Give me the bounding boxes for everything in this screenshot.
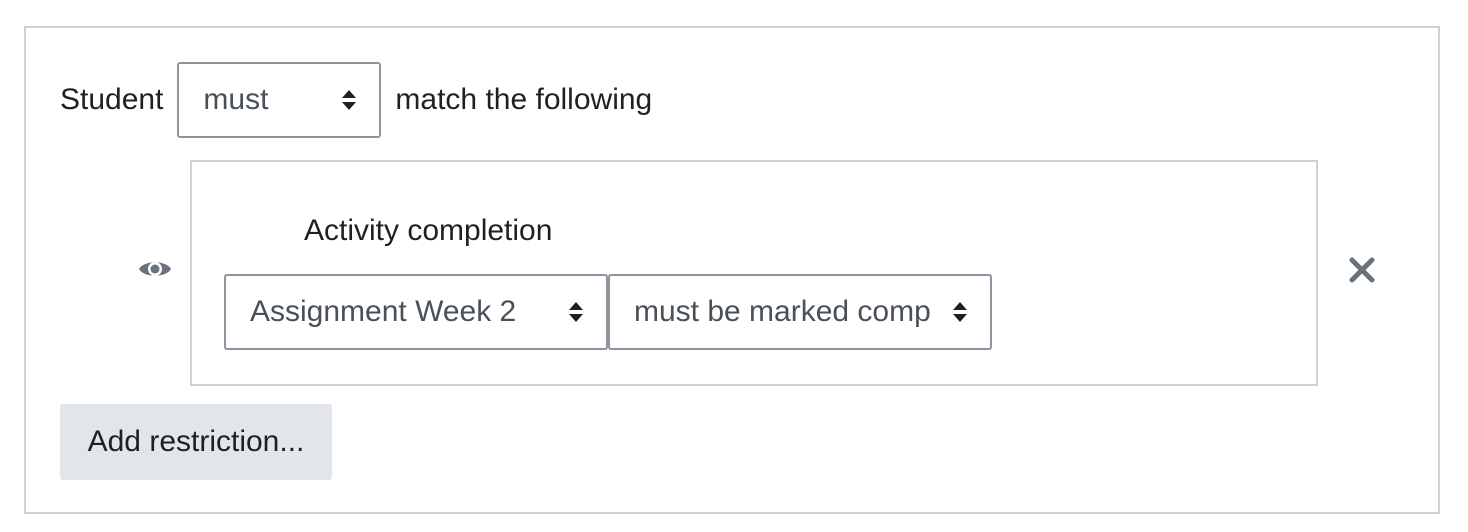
sort-arrows-icon <box>953 302 967 322</box>
completion-state-select[interactable]: must be marked comp <box>608 274 992 350</box>
match-type-value: must <box>203 83 269 116</box>
sort-arrows-icon <box>569 302 583 322</box>
match-type-select[interactable]: must <box>177 62 382 138</box>
eye-icon[interactable] <box>138 256 172 282</box>
activity-completion-condition: Activity completion Assignment Week 2 mu… <box>190 160 1318 386</box>
match-following-label: match the following <box>395 83 653 116</box>
restriction-set-header: Student must match the following <box>60 62 652 138</box>
sort-arrows-icon <box>342 90 357 110</box>
completion-state-value: must be marked comp <box>634 295 931 328</box>
condition-title: Activity completion <box>304 214 553 247</box>
student-label: Student <box>60 83 164 116</box>
activity-select[interactable]: Assignment Week 2 <box>224 274 608 350</box>
close-icon[interactable] <box>1348 256 1376 284</box>
activity-select-value: Assignment Week 2 <box>250 295 517 328</box>
add-restriction-button[interactable]: Add restriction... <box>60 404 332 480</box>
restriction-panel: Student must match the following Activit… <box>24 26 1440 514</box>
